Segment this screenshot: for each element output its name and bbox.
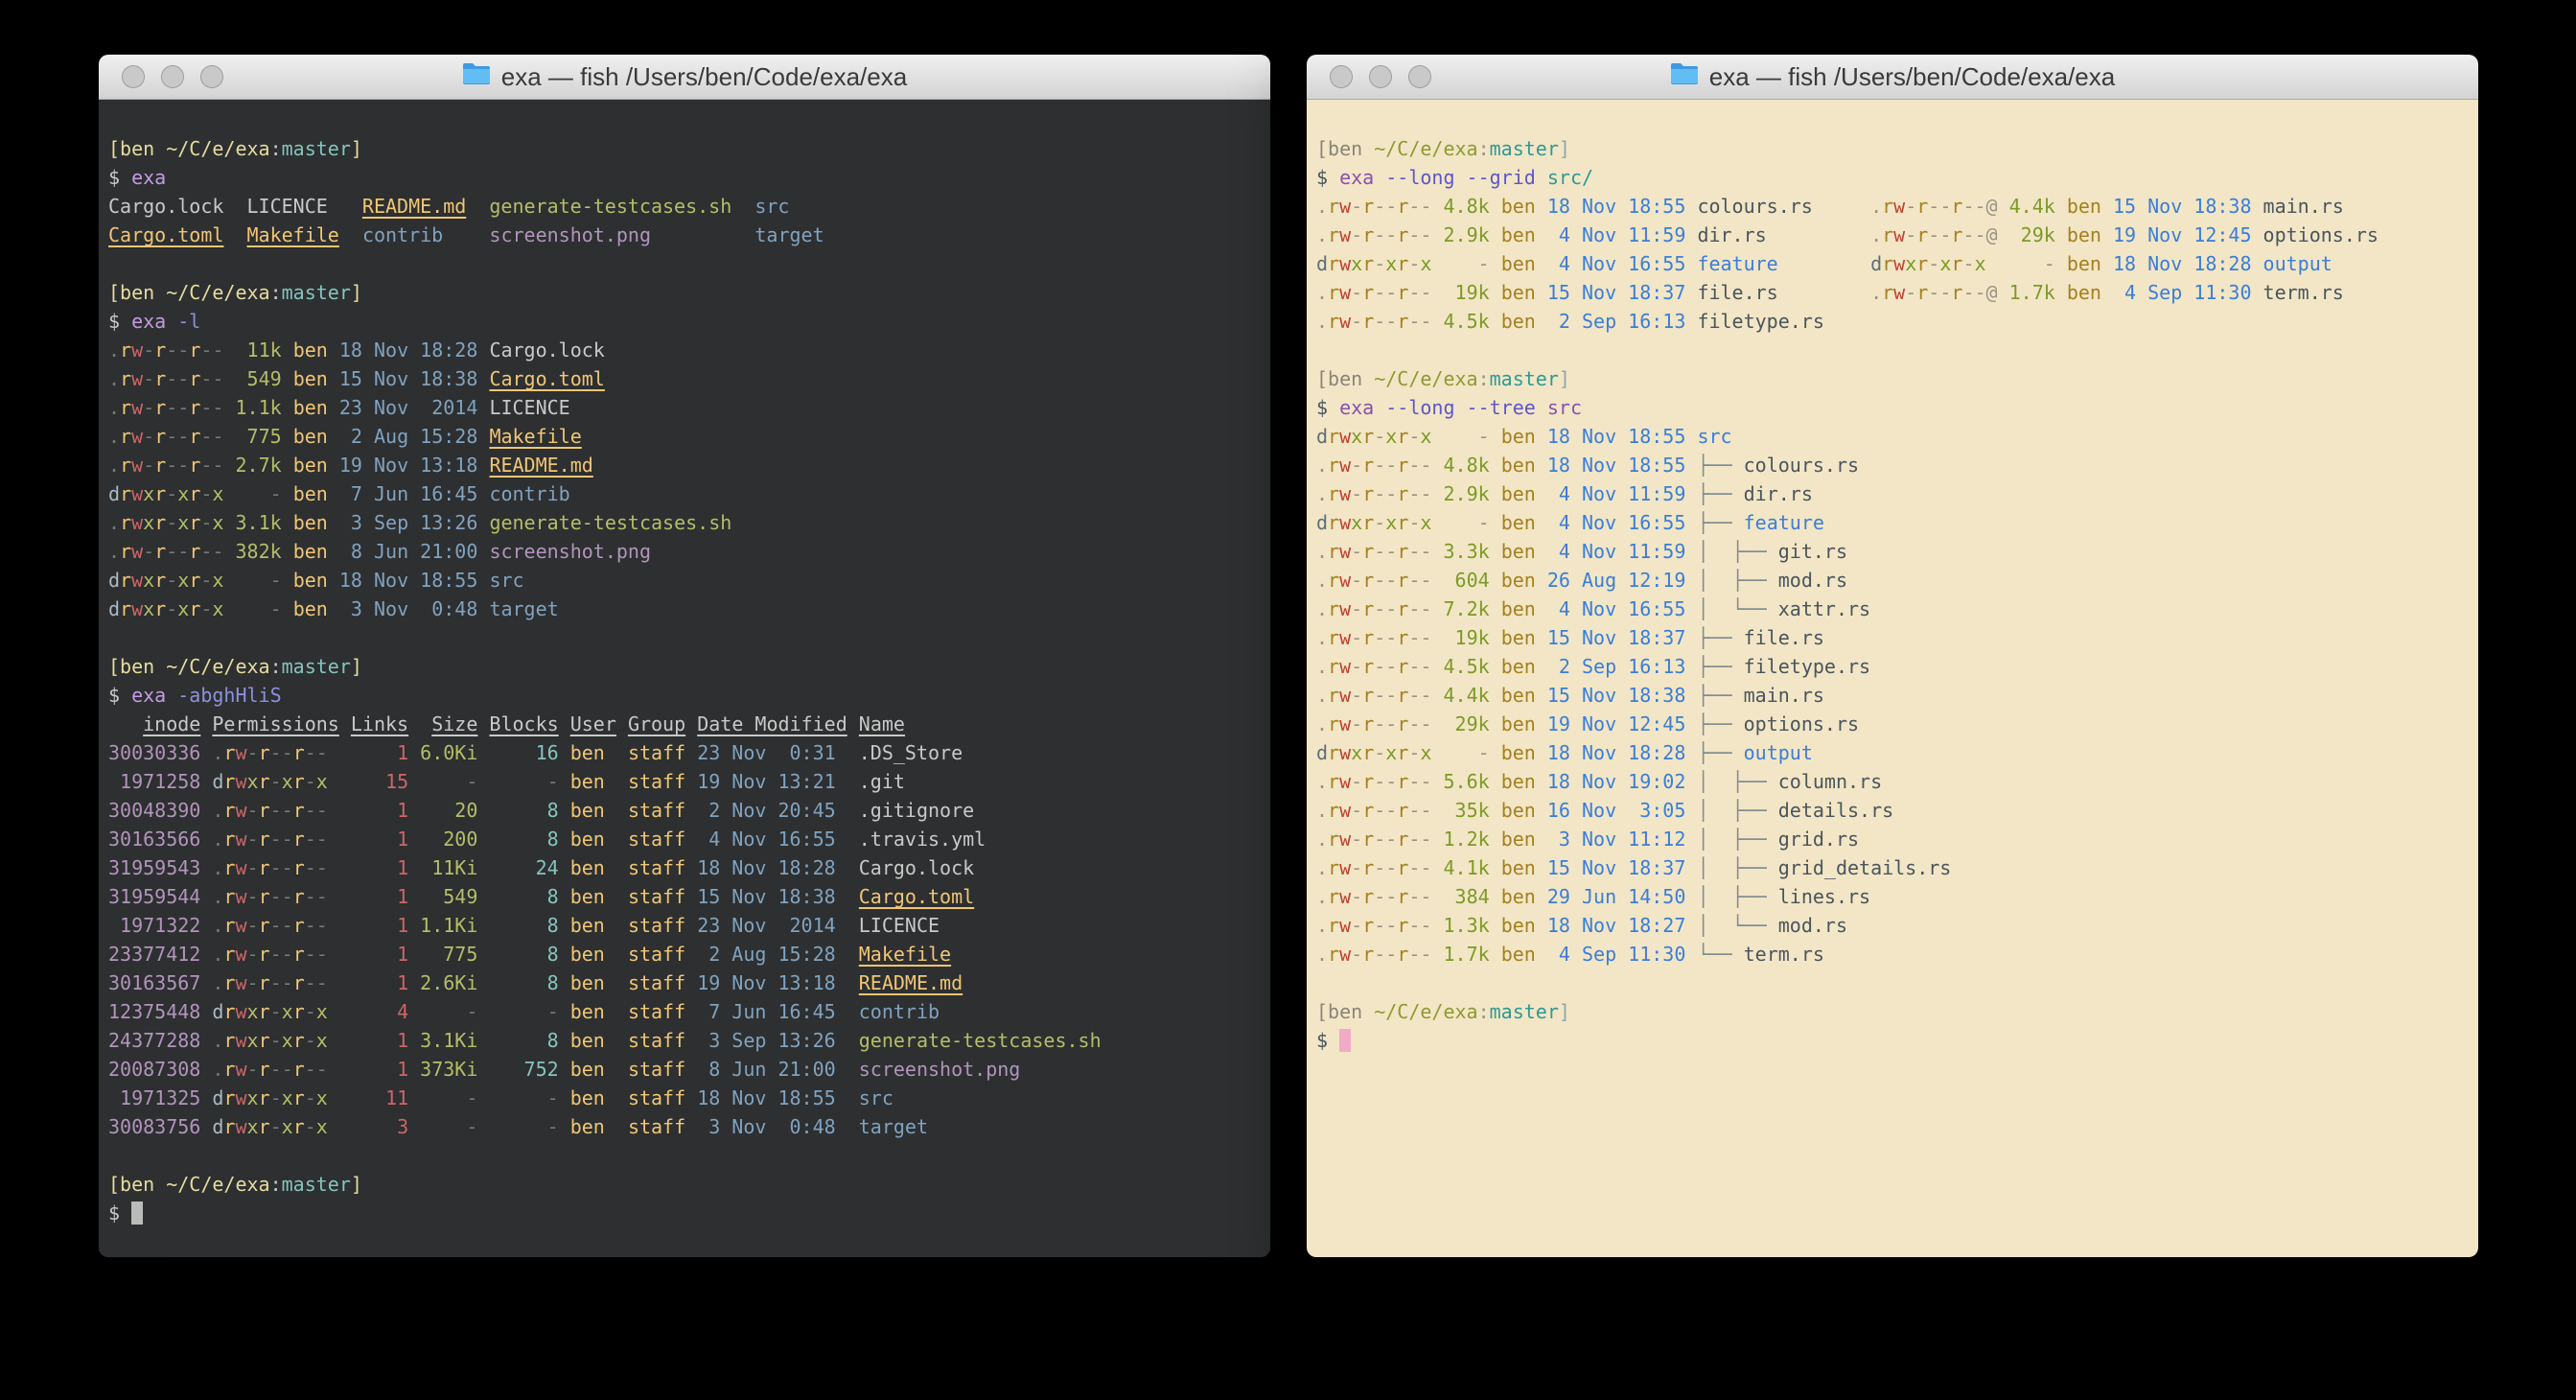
terminal-line: .rw-r--r-- 1.3k ben 18 Nov 18:27 │ └── m…: [1316, 911, 2471, 940]
terminal-line: 24377288 .rwxr-xr-x 1 3.1Ki 8 ben staff …: [108, 1026, 1263, 1055]
minimize-button[interactable]: [1369, 65, 1392, 88]
terminal-line: .rw-r--r-- 19k ben 15 Nov 18:37 ├── file…: [1316, 623, 2471, 652]
terminal-line: .rwxr-xr-x 3.1k ben 3 Sep 13:26 generate…: [108, 508, 1263, 537]
terminal-line: .rw-r--r-- 604 ben 26 Aug 12:19 │ ├── mo…: [1316, 566, 2471, 595]
terminal-line: .rw-r--r-- 1.1k ben 23 Nov 2014 LICENCE: [108, 393, 1263, 422]
terminal-line: Cargo.toml Makefile contrib screenshot.p…: [108, 221, 1263, 249]
traffic-lights: [1330, 55, 1431, 99]
terminal-line: drwxr-xr-x - ben 18 Nov 18:55 src: [108, 566, 1263, 595]
terminal-line: .rw-r--r-- 5.6k ben 18 Nov 19:02 │ ├── c…: [1316, 767, 2471, 796]
terminal-line: [108, 623, 1263, 652]
terminal-window-dark: exa — fish /Users/ben/Code/exa/exa [ben …: [99, 55, 1270, 1257]
titlebar[interactable]: exa — fish /Users/ben/Code/exa/exa: [99, 55, 1270, 100]
terminal-line: .rw-r--r-- 7.2k ben 4 Nov 16:55 │ └── xa…: [1316, 595, 2471, 623]
terminal-line: [108, 1141, 1263, 1170]
window-title-group: exa — fish /Users/ben/Code/exa/exa: [1670, 62, 2115, 92]
terminal-line: drwxr-xr-x - ben 4 Nov 16:55 feature drw…: [1316, 249, 2471, 278]
terminal-line: .rw-r--r-- 384 ben 29 Jun 14:50 │ ├── li…: [1316, 882, 2471, 911]
terminal-line: 31959544 .rw-r--r-- 1 549 8 ben staff 15…: [108, 882, 1263, 911]
minimize-button[interactable]: [161, 65, 184, 88]
close-button[interactable]: [122, 65, 145, 88]
text-cursor: [131, 1202, 143, 1225]
terminal-line: [1316, 968, 2471, 997]
terminal-line: .rw-r--r-- 4.4k ben 15 Nov 18:38 ├── mai…: [1316, 681, 2471, 710]
terminal-line: .rw-r--r-- 775 ben 2 Aug 15:28 Makefile: [108, 422, 1263, 451]
zoom-button[interactable]: [1408, 65, 1431, 88]
terminal-line: 30163567 .rw-r--r-- 1 2.6Ki 8 ben staff …: [108, 968, 1263, 997]
terminal-content[interactable]: [ben ~/C/e/exa:master]$ exa --long --gri…: [1307, 100, 2478, 1257]
terminal-line: 20087308 .rw-r--r-- 1 373Ki 752 ben staf…: [108, 1055, 1263, 1084]
terminal-line: .rw-r--r-- 549 ben 15 Nov 18:38 Cargo.to…: [108, 364, 1263, 393]
terminal-line: inode Permissions Links Size Blocks User…: [108, 710, 1263, 738]
terminal-line: .rw-r--r-- 2.9k ben 4 Nov 11:59 ├── dir.…: [1316, 479, 2471, 508]
terminal-line: .rw-r--r-- 4.5k ben 2 Sep 16:13 ├── file…: [1316, 652, 2471, 681]
terminal-line: drwxr-xr-x - ben 4 Nov 16:55 ├── feature: [1316, 508, 2471, 537]
terminal-line: $ exa -l: [108, 307, 1263, 336]
terminal-line: 30048390 .rw-r--r-- 1 20 8 ben staff 2 N…: [108, 796, 1263, 825]
window-title: exa — fish /Users/ben/Code/exa/exa: [501, 62, 907, 92]
terminal-line: $ exa: [108, 163, 1263, 192]
close-button[interactable]: [1330, 65, 1353, 88]
terminal-line: 1971325 drwxr-xr-x 11 - - ben staff 18 N…: [108, 1084, 1263, 1112]
window-title-group: exa — fish /Users/ben/Code/exa/exa: [462, 62, 907, 92]
terminal-line: 30083756 drwxr-xr-x 3 - - ben staff 3 No…: [108, 1112, 1263, 1141]
terminal-line: drwxr-xr-x - ben 3 Nov 0:48 target: [108, 595, 1263, 623]
terminal-line: 30163566 .rw-r--r-- 1 200 8 ben staff 4 …: [108, 825, 1263, 853]
terminal-line: [ben ~/C/e/exa:master]: [108, 652, 1263, 681]
terminal-line: drwxr-xr-x - ben 18 Nov 18:28 ├── output: [1316, 738, 2471, 767]
terminal-line: .rw-r--r-- 19k ben 15 Nov 18:37 file.rs …: [1316, 278, 2471, 307]
terminal-line: .rw-r--r-- 3.3k ben 4 Nov 11:59 │ ├── gi…: [1316, 537, 2471, 566]
terminal-line: .rw-r--r-- 4.1k ben 15 Nov 18:37 │ ├── g…: [1316, 853, 2471, 882]
terminal-line: .rw-r--r-- 2.7k ben 19 Nov 13:18 README.…: [108, 451, 1263, 479]
terminal-line: drwxr-xr-x - ben 18 Nov 18:55 src: [1316, 422, 2471, 451]
terminal-line: $ exa --long --grid src/: [1316, 163, 2471, 192]
terminal-line: .rw-r--r-- 4.8k ben 18 Nov 18:55 colours…: [1316, 192, 2471, 221]
terminal-line: $: [1316, 1026, 2471, 1055]
zoom-button[interactable]: [200, 65, 223, 88]
terminal-content[interactable]: [ben ~/C/e/exa:master]$ exaCargo.lock LI…: [99, 100, 1270, 1257]
terminal-line: 31959543 .rw-r--r-- 1 11Ki 24 ben staff …: [108, 853, 1263, 882]
terminal-line: [ben ~/C/e/exa:master]: [108, 134, 1263, 163]
terminal-line: 12375448 drwxr-xr-x 4 - - ben staff 7 Ju…: [108, 997, 1263, 1026]
terminal-line: $: [108, 1199, 1263, 1227]
terminal-line: [108, 249, 1263, 278]
titlebar[interactable]: exa — fish /Users/ben/Code/exa/exa: [1307, 55, 2478, 100]
terminal-line: 1971322 .rw-r--r-- 1 1.1Ki 8 ben staff 2…: [108, 911, 1263, 940]
desktop: { "palette": { "dark": { "bg":"#2d2f31",…: [0, 0, 2576, 1400]
terminal-line: drwxr-xr-x - ben 7 Jun 16:45 contrib: [108, 479, 1263, 508]
terminal-line: 30030336 .rw-r--r-- 1 6.0Ki 16 ben staff…: [108, 738, 1263, 767]
traffic-lights: [122, 55, 223, 99]
terminal-line: [ben ~/C/e/exa:master]: [1316, 997, 2471, 1026]
text-cursor: [1339, 1029, 1351, 1052]
terminal-line: [ben ~/C/e/exa:master]: [1316, 364, 2471, 393]
terminal-line: $ exa --long --tree src: [1316, 393, 2471, 422]
terminal-line: .rw-r--r-- 1.2k ben 3 Nov 11:12 │ ├── gr…: [1316, 825, 2471, 853]
terminal-line: [ben ~/C/e/exa:master]: [108, 278, 1263, 307]
window-title: exa — fish /Users/ben/Code/exa/exa: [1709, 62, 2115, 92]
terminal-line: .rw-r--r-- 11k ben 18 Nov 18:28 Cargo.lo…: [108, 336, 1263, 364]
terminal-line: .rw-r--r-- 35k ben 16 Nov 3:05 │ ├── det…: [1316, 796, 2471, 825]
terminal-line: .rw-r--r-- 1.7k ben 4 Sep 11:30 └── term…: [1316, 940, 2471, 968]
terminal-line: .rw-r--r-- 4.5k ben 2 Sep 16:13 filetype…: [1316, 307, 2471, 336]
terminal-line: [1316, 336, 2471, 364]
terminal-line: $ exa -abghHliS: [108, 681, 1263, 710]
terminal-line: .rw-r--r-- 382k ben 8 Jun 21:00 screensh…: [108, 537, 1263, 566]
terminal-line: [ben ~/C/e/exa:master]: [108, 1170, 1263, 1199]
terminal-line: .rw-r--r-- 2.9k ben 4 Nov 11:59 dir.rs .…: [1316, 221, 2471, 249]
terminal-line: [ben ~/C/e/exa:master]: [1316, 134, 2471, 163]
terminal-line: .rw-r--r-- 29k ben 19 Nov 12:45 ├── opti…: [1316, 710, 2471, 738]
terminal-line: 23377412 .rw-r--r-- 1 775 8 ben staff 2 …: [108, 940, 1263, 968]
terminal-line: Cargo.lock LICENCE README.md generate-te…: [108, 192, 1263, 221]
folder-icon: [1670, 62, 1699, 92]
terminal-line: .rw-r--r-- 4.8k ben 18 Nov 18:55 ├── col…: [1316, 451, 2471, 479]
terminal-window-light: exa — fish /Users/ben/Code/exa/exa [ben …: [1307, 55, 2478, 1257]
terminal-line: 1971258 drwxr-xr-x 15 - - ben staff 19 N…: [108, 767, 1263, 796]
folder-icon: [462, 62, 491, 92]
